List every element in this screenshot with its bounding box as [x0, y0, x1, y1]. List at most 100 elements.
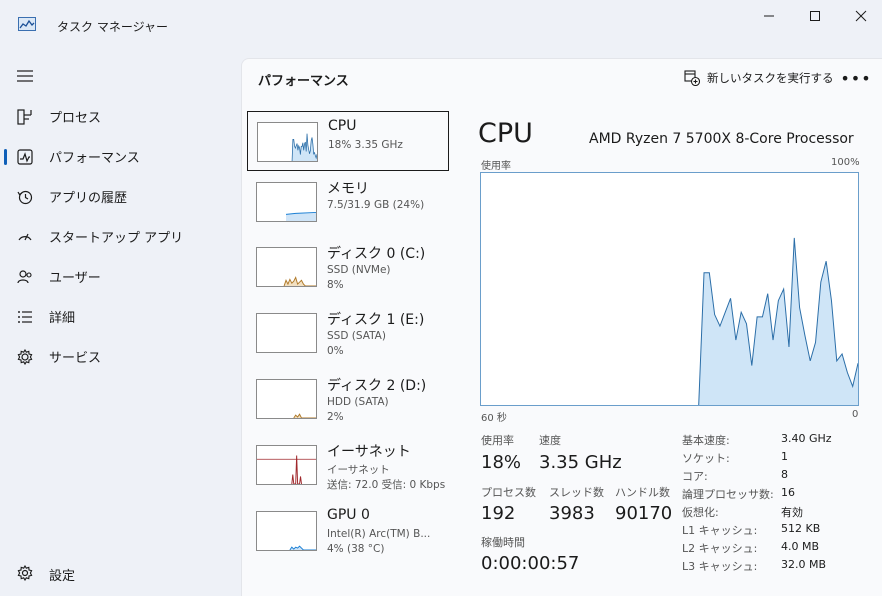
nav-item-settings[interactable]: 設定	[0, 556, 236, 590]
nav-label-processes: プロセス	[49, 110, 102, 126]
speed-value: 3.35 GHz	[539, 452, 622, 473]
device-gpu-0[interactable]: GPU 0 Intel(R) Arc(TM) B... 4% (38 °C)	[247, 501, 449, 561]
device-name: ディスク 2 (D:)	[327, 378, 427, 394]
nav-item-processes[interactable]: プロセス	[0, 98, 236, 134]
nav-item-performance[interactable]: パフォーマンス	[0, 138, 236, 174]
spec-key: L2 キャッシュ:	[682, 542, 758, 555]
utilization-label: 使用率	[481, 434, 514, 447]
nav-item-services[interactable]: サービス	[0, 338, 236, 374]
device-name: ディスク 1 (E:)	[327, 312, 425, 328]
device-memory[interactable]: メモリ 7.5/31.9 GB (24%)	[247, 172, 449, 232]
handles-label: ハンドル数	[615, 486, 670, 499]
device-name: イーサネット	[327, 444, 411, 460]
more-options-button[interactable]: •••	[840, 68, 870, 88]
window-title: タスク マネージャー	[57, 20, 168, 34]
nav-label-startup-apps: スタートアップ アプリ	[49, 230, 184, 246]
task-manager-app-icon	[18, 16, 36, 31]
device-detail: SSD (NVMe)	[327, 264, 391, 276]
device-cpu[interactable]: CPU 18% 3.35 GHz	[247, 111, 449, 171]
ethernet-thumbnail-graph	[256, 445, 317, 485]
spec-row: 仮想化: 有効	[682, 504, 862, 522]
device-name: CPU	[328, 118, 357, 134]
nav-label-users: ユーザー	[49, 270, 101, 286]
active-indicator	[4, 149, 7, 165]
menu-toggle-button[interactable]	[14, 66, 36, 86]
minimize-icon	[764, 15, 774, 17]
spec-key: ソケット:	[682, 452, 730, 465]
processes-value: 192	[481, 503, 516, 524]
disk-2-thumbnail-graph	[256, 379, 317, 419]
device-detail: Intel(R) Arc(TM) B...	[327, 528, 431, 540]
device-usage: 2%	[327, 411, 344, 423]
nav-item-details[interactable]: 詳細	[0, 298, 236, 334]
device-usage: 8%	[327, 279, 344, 291]
threads-value: 3983	[549, 503, 595, 524]
minimize-button[interactable]	[746, 0, 792, 32]
spec-key: 基本速度:	[682, 434, 730, 447]
spec-value: 1	[781, 450, 788, 463]
device-ethernet[interactable]: イーサネット イーサネット 送信: 72.0 受信: 0 Kbps	[247, 435, 449, 495]
spec-row: コア: 8	[682, 468, 862, 486]
spec-value: 3.40 GHz	[781, 432, 832, 445]
spec-key: L1 キャッシュ:	[682, 524, 758, 537]
device-detail: 18% 3.35 GHz	[328, 139, 403, 151]
spec-key: コア:	[682, 470, 708, 483]
close-button[interactable]	[838, 0, 882, 32]
disk-0-thumbnail-graph	[256, 247, 317, 287]
spec-value: 8	[781, 468, 788, 481]
spec-value: 4.0 MB	[781, 540, 820, 553]
device-detail: 7.5/31.9 GB (24%)	[327, 199, 425, 211]
title-bar: タスク マネージャー	[0, 0, 882, 50]
run-new-task-label: 新しいタスクを実行する	[707, 71, 834, 85]
spec-value: 512 KB	[781, 522, 821, 535]
maximize-button[interactable]	[792, 0, 838, 32]
cpu-heading: CPU	[478, 118, 533, 149]
cpu-utilization-area	[698, 237, 858, 405]
device-name: GPU 0	[327, 507, 370, 523]
maximize-icon	[810, 11, 820, 21]
spec-row: 論理プロセッサ数: 16	[682, 486, 862, 504]
details-icon	[16, 308, 34, 326]
device-name: ディスク 0 (C:)	[327, 246, 426, 262]
device-usage: 0%	[327, 345, 344, 357]
device-disk-2[interactable]: ディスク 2 (D:) HDD (SATA) 2%	[247, 369, 449, 429]
nav-item-startup-apps[interactable]: スタートアップ アプリ	[0, 218, 236, 254]
spec-row: L2 キャッシュ: 4.0 MB	[682, 540, 862, 558]
page-title: パフォーマンス	[258, 74, 349, 89]
graph-zero-label: 0	[852, 409, 859, 420]
close-icon	[855, 10, 867, 22]
graph-max-label: 100%	[831, 157, 860, 168]
uptime-label: 稼働時間	[481, 536, 525, 549]
spec-key: L3 キャッシュ:	[682, 560, 758, 573]
history-icon	[16, 188, 34, 206]
nav-label-details: 詳細	[49, 310, 76, 326]
device-usage: 送信: 72.0 受信: 0 Kbps	[327, 479, 446, 491]
nav-item-users[interactable]: ユーザー	[0, 258, 236, 294]
hamburger-icon	[17, 70, 33, 82]
uptime-value: 0:00:00:57	[481, 553, 580, 574]
nav-label-performance: パフォーマンス	[49, 150, 140, 166]
task-manager-window: タスク マネージャー プロセス パフォーマンス アプリの履歴 スタートアップ ア…	[0, 0, 882, 596]
spec-row: ソケット: 1	[682, 450, 862, 468]
nav-item-app-history[interactable]: アプリの履歴	[0, 178, 236, 214]
nav-label-app-history: アプリの履歴	[49, 190, 128, 206]
nav-label-services: サービス	[49, 350, 102, 366]
performance-icon	[16, 148, 34, 166]
more-options-icon: •••	[840, 68, 872, 88]
gear-icon	[16, 564, 34, 582]
threads-label: スレッド数	[549, 486, 604, 499]
users-icon	[16, 268, 34, 286]
spec-value: 有効	[781, 506, 803, 519]
graph-utilization-label: 使用率	[481, 161, 511, 172]
processes-icon	[16, 108, 34, 126]
run-new-task-button[interactable]: 新しいタスクを実行する	[684, 68, 834, 88]
spec-row: L3 キャッシュ: 32.0 MB	[682, 558, 862, 576]
memory-thumbnail-graph	[256, 182, 317, 222]
device-disk-1[interactable]: ディスク 1 (E:) SSD (SATA) 0%	[247, 303, 449, 363]
spec-row: 基本速度: 3.40 GHz	[682, 432, 862, 450]
gpu-thumbnail-graph	[256, 511, 317, 551]
device-detail: イーサネット	[327, 464, 390, 476]
speed-label: 速度	[539, 434, 561, 447]
handles-value: 90170	[615, 503, 673, 524]
device-disk-0[interactable]: ディスク 0 (C:) SSD (NVMe) 8%	[247, 237, 449, 297]
